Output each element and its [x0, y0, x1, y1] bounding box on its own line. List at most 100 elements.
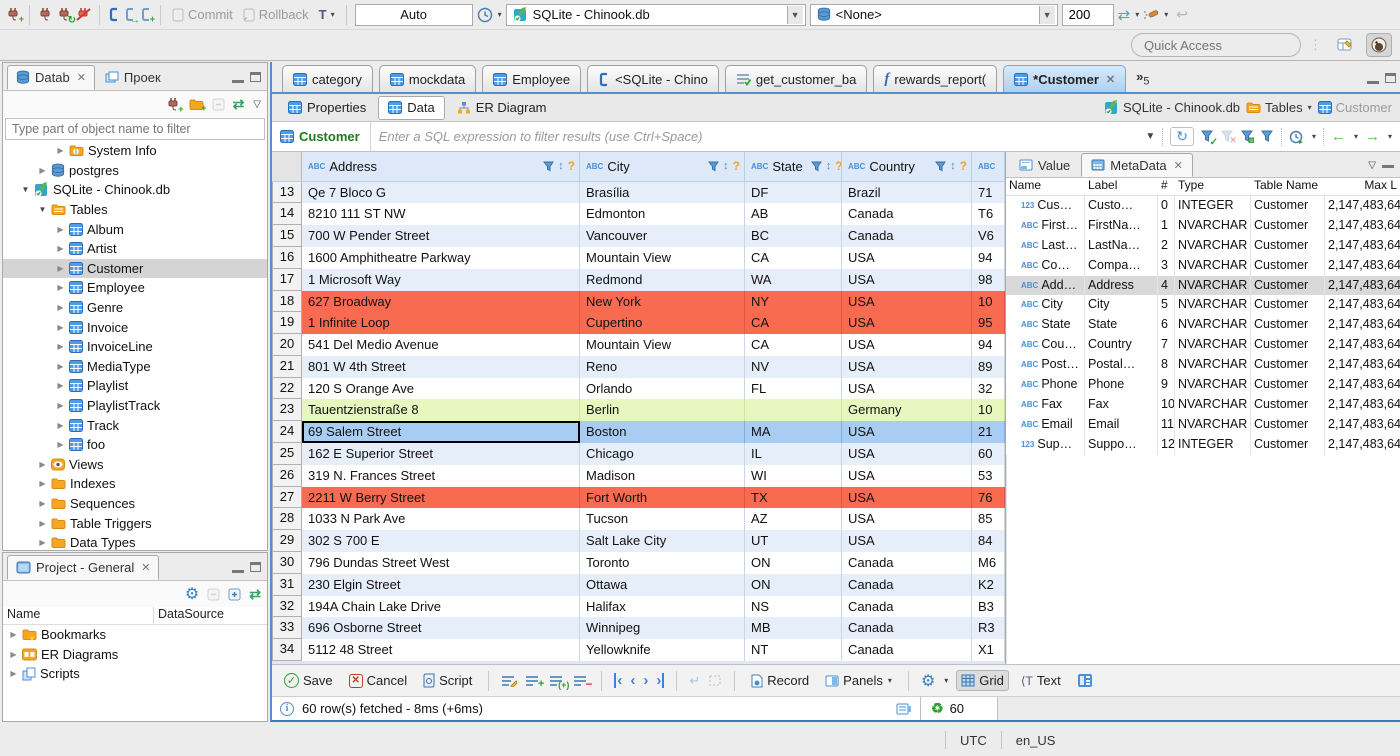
collapsed-arrow-icon[interactable]: ▶ — [56, 401, 65, 410]
cell-address[interactable]: 302 S 700 E — [302, 530, 580, 553]
column-filter-icon[interactable] — [810, 161, 822, 172]
collapse-all-icon[interactable] — [207, 588, 220, 601]
collapsed-arrow-icon[interactable]: ▶ — [56, 283, 65, 292]
editor-tab-rewards-report-[interactable]: f rewards_report( — [873, 65, 998, 92]
cell-state[interactable] — [745, 399, 842, 422]
cell-state[interactable]: NT — [745, 639, 842, 662]
panel-menu-icon[interactable]: ▽ — [1368, 160, 1376, 171]
column-header-State[interactable]: ABC State ↕? — [745, 152, 842, 181]
cell-postal[interactable]: 21 — [972, 421, 1005, 444]
sort-icon[interactable]: ↕ — [950, 160, 956, 172]
expanded-arrow-icon[interactable]: ▼ — [38, 205, 47, 214]
close-icon[interactable]: ✕ — [1174, 159, 1183, 172]
collapsed-arrow-icon[interactable]: ▶ — [56, 225, 65, 234]
cell-address[interactable]: 1033 N Park Ave — [302, 508, 580, 531]
cell-postal[interactable]: 10 — [972, 399, 1005, 422]
project-item-scripts[interactable]: ▶ Scripts — [3, 664, 267, 684]
editor-tab-category[interactable]: category — [282, 65, 373, 92]
breadcrumb-connection[interactable]: SQLite - Chinook.db — [1104, 100, 1240, 115]
value-viewer-icon[interactable] — [1077, 673, 1093, 688]
save-filter-icon[interactable] — [1240, 130, 1254, 143]
cell-country[interactable]: Canada — [842, 617, 972, 640]
panels-button[interactable]: Panels ▾ — [821, 671, 896, 690]
cell-country[interactable]: USA — [842, 443, 972, 465]
sort-icon[interactable]: ↕ — [723, 160, 729, 172]
project-settings-gear-icon[interactable]: ⚙ — [185, 584, 199, 604]
nav-item-sequences[interactable]: ▶ Sequences — [3, 494, 267, 514]
meta-column-label[interactable]: Label — [1085, 178, 1158, 195]
cell-state[interactable]: IL — [745, 443, 842, 465]
cell-country[interactable]: USA — [842, 486, 972, 509]
row-number[interactable]: 31 — [272, 573, 302, 596]
cell-state[interactable]: UT — [745, 530, 842, 553]
meta-column-max-l[interactable]: Max L — [1325, 178, 1400, 195]
cell-address[interactable]: 69 Salem Street — [302, 421, 580, 444]
database-combo[interactable]: <None> ▼ — [809, 3, 1058, 26]
cell-city[interactable]: Brasília — [580, 181, 745, 204]
auto-refresh-icon[interactable] — [1289, 129, 1304, 144]
cell-state[interactable]: FL — [745, 377, 842, 400]
collapsed-arrow-icon[interactable]: ▶ — [56, 342, 65, 351]
collapsed-arrow-icon[interactable]: ▶ — [38, 460, 47, 469]
cell-city[interactable]: Tucson — [580, 508, 745, 531]
cell-city[interactable]: Mountain View — [580, 246, 745, 269]
tab-database-navigator[interactable]: Datab ✕ — [7, 65, 95, 90]
row-number[interactable]: 29 — [272, 530, 302, 553]
nav-item-invoiceline[interactable]: ▶ InvoiceLine — [3, 337, 267, 357]
column-header-partial[interactable]: ABC — [972, 152, 1005, 181]
cell-country[interactable]: Canada — [842, 552, 972, 574]
nav-item-playlist[interactable]: ▶ Playlist — [3, 376, 267, 396]
nav-item-genre[interactable]: ▶ Genre — [3, 298, 267, 318]
nav-item-indexes[interactable]: ▶ Indexes — [3, 474, 267, 494]
cell-country[interactable]: USA — [842, 508, 972, 531]
cell-postal[interactable]: 85 — [972, 508, 1005, 531]
custom-filter-icon[interactable] — [1260, 130, 1274, 143]
column-filter-icon[interactable] — [543, 161, 555, 172]
goto-row-icon[interactable] — [708, 674, 722, 687]
collapsed-arrow-icon[interactable]: ▶ — [38, 499, 47, 508]
cell-city[interactable]: Mountain View — [580, 334, 745, 356]
cell-country[interactable]: Canada — [842, 595, 972, 618]
nav-item-tables[interactable]: ▼ Tables — [3, 200, 267, 220]
tab-metadata[interactable]: MetaData ✕ — [1081, 153, 1193, 177]
next-row-button[interactable]: › — [643, 673, 648, 688]
maximize-view-icon[interactable] — [250, 72, 261, 82]
cell-country[interactable]: USA — [842, 464, 972, 487]
add-row-icon[interactable]: + — [525, 674, 544, 690]
maximize-editor-icon[interactable] — [1385, 72, 1396, 83]
meta-column-table-name[interactable]: Table Name — [1251, 178, 1325, 195]
meta-column--[interactable]: # — [1158, 178, 1175, 195]
spray-dropdown[interactable]: ▾ — [1164, 10, 1168, 19]
expanded-arrow-icon[interactable]: ▼ — [21, 185, 30, 194]
cell-city[interactable]: Toronto — [580, 552, 745, 574]
row-number[interactable]: 16 — [272, 246, 302, 269]
object-filter-input[interactable] — [5, 118, 265, 140]
meta-row[interactable]: ABC Phone Phone 9 NVARCHAR Customer 2,147,483,… — [1006, 375, 1400, 395]
collapsed-arrow-icon[interactable]: ▶ — [56, 323, 65, 332]
expand-all-icon[interactable] — [228, 588, 241, 601]
tab-projects[interactable]: Проек — [97, 65, 169, 90]
reconnect-icon[interactable]: ↻ — [57, 7, 76, 26]
fetch-size-input[interactable] — [1061, 3, 1114, 26]
cell-country[interactable]: USA — [842, 421, 972, 444]
link-with-editor-icon[interactable]: ⇄ — [249, 586, 261, 603]
cell-address[interactable]: Tauentzienstraße 8 — [302, 399, 580, 422]
minimize-panel-icon[interactable] — [1382, 164, 1394, 168]
column-header-Address[interactable]: ABC Address ↕? — [302, 152, 580, 181]
project-item-bookmarks[interactable]: ▶ ★ Bookmarks — [3, 625, 267, 645]
cell-state[interactable]: ON — [745, 573, 842, 596]
txn-log-clock-icon[interactable] — [477, 7, 493, 23]
perspective-dbeaver-button[interactable] — [1366, 33, 1392, 57]
cell-postal[interactable]: 76 — [972, 486, 1005, 509]
cell-city[interactable]: Halifax — [580, 595, 745, 618]
recent-sql-editor-icon[interactable]: → — [124, 7, 140, 26]
locale-indicator[interactable]: en_US — [1000, 731, 1070, 749]
project-column-name[interactable]: Name — [3, 607, 153, 624]
grid-settings-gear-icon[interactable]: ⚙ — [921, 671, 935, 691]
undo-nav-icon[interactable]: ↩ — [1176, 6, 1188, 23]
project-item-er-diagrams[interactable]: ▶ ER Diagrams — [3, 645, 267, 665]
nav-item-table-triggers[interactable]: ▶ Table Triggers — [3, 513, 267, 533]
collapsed-arrow-icon[interactable]: ▶ — [38, 479, 47, 488]
column-header-City[interactable]: ABC City ↕? — [580, 152, 745, 181]
meta-row[interactable]: ABC Last… LastNa… 2 NVARCHAR Customer 2,147,48… — [1006, 235, 1400, 256]
